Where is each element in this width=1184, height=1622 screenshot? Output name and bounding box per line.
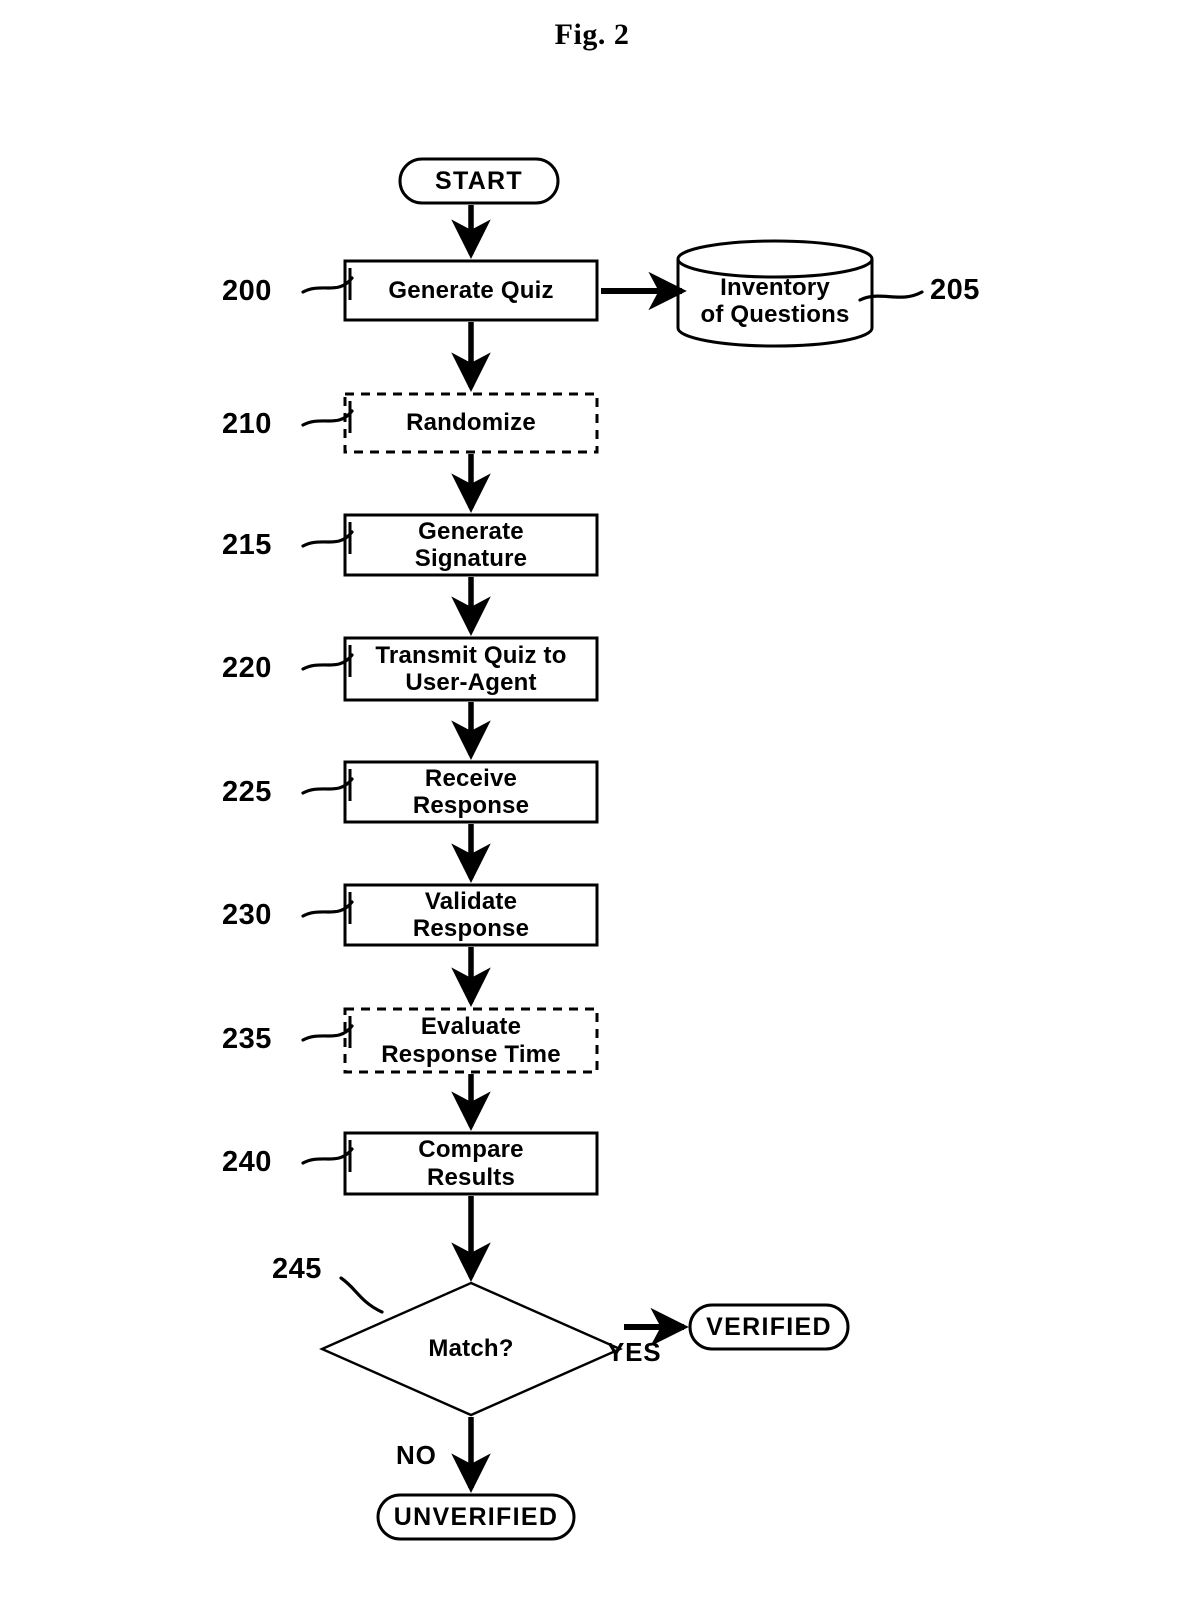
start-terminator-label: START (435, 166, 523, 195)
box-225-label: Receive Response (412, 764, 530, 819)
decision-245-label: Match? (428, 1335, 514, 1363)
box-240-label: Compare Results (418, 1136, 524, 1191)
edge-label-yes: YES (607, 1337, 662, 1367)
ref-numeral-220: 220 (222, 652, 272, 684)
ref-numeral-230: 230 (222, 899, 272, 931)
box-230-label: Validate Response (412, 887, 530, 942)
ref-numeral-200: 200 (222, 275, 272, 307)
box-215-label: Generate Signature (414, 517, 528, 572)
database-205-label: Inventory of Questions (700, 274, 850, 328)
figure-page: Fig. 2 START Generate Quiz Inventory of … (0, 0, 1184, 1622)
ref-numeral-210: 210 (222, 408, 272, 440)
ref-numeral-205: 205 (930, 274, 980, 306)
ref-numeral-240: 240 (222, 1146, 272, 1178)
ref-numeral-235: 235 (222, 1023, 272, 1055)
verified-terminator-label: VERIFIED (706, 1312, 832, 1341)
edge-label-no: NO (396, 1440, 437, 1470)
box-235-label: Evaluate Response Time (381, 1013, 561, 1068)
box-220-label: Transmit Quiz to User-Agent (375, 641, 567, 696)
ref-numeral-215: 215 (222, 529, 272, 561)
ref-numeral-225: 225 (222, 776, 272, 808)
unverified-terminator-label: UNVERIFIED (393, 1502, 559, 1531)
box-210-label: Randomize (406, 409, 536, 437)
leader-245 (339, 1276, 384, 1314)
box-200-label: Generate Quiz (388, 276, 554, 304)
ref-numeral-245: 245 (272, 1253, 322, 1285)
